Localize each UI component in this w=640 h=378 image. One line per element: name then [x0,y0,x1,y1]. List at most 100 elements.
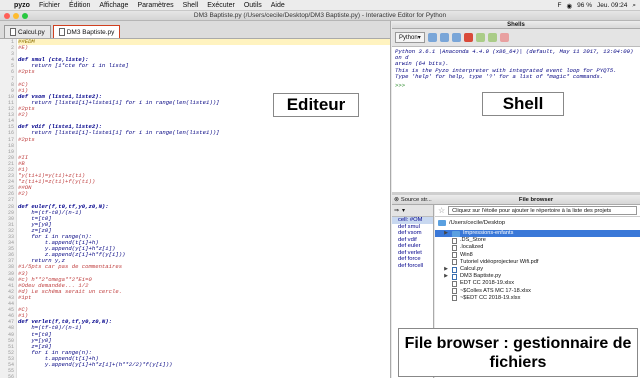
shell-output-lines: Python 3.6.1 |Anaconda 4.4.0 (x86_64)| (… [395,48,637,80]
file-item-label: EDT CC 2018-19.xlsx [460,280,514,287]
interrupt-icon[interactable] [427,33,437,42]
project-hint[interactable]: Cliquez sur l'étoile pour ajouter le rép… [448,206,637,215]
shell-pane-title: Shells [392,21,640,29]
code-area[interactable]: 1 2 3 4 5 6 7 8 9 10 11 12 13 14 15 16 17 18 19 20 21 22 23 24 2… [0,39,390,378]
file-browser-title: File browser [518,196,554,203]
editor-tab-label: DM3 Baptiste.py [66,28,115,36]
window-title: DM3 Baptiste.py (/Users/cecile/Desktop/D… [193,12,447,19]
shell-toolbar: Python ▾ [392,29,640,47]
arrow-icon[interactable]: ⇒ [394,207,399,214]
file-item[interactable]: .DS_Store [435,237,640,244]
clear-icon[interactable] [439,33,449,42]
shell-tab-python[interactable]: Python ▾ [395,32,425,43]
menu-item[interactable]: Exécuter [207,2,235,9]
file-item[interactable]: ▶ Calcul.py [435,266,640,273]
source-structure-title: Source str... [400,196,432,203]
editor-tab[interactable]: Calcul.py [4,25,51,38]
shell-output[interactable]: Python 3.6.1 |Anaconda 4.4.0 (x86_64)| (… [392,47,640,91]
shell-overlay-label: Shell [482,92,564,116]
editor-tabs: Calcul.py DM3 Baptiste.py [0,21,390,39]
shell-output-line: Type 'help' for help, type '?' for a lis… [395,72,604,80]
source-structure-toolbar: ⇒ ▾ [392,205,433,217]
python-tab-label: Python [399,34,418,41]
file-icon [452,273,457,280]
menu-item[interactable]: pyzo [14,2,30,9]
battery-label[interactable]: 96 % [577,2,592,9]
file-item[interactable]: ~$Colles ATS MC 17-18.xlsx [435,288,640,295]
file-icon [452,259,457,266]
keyboard-icon[interactable]: F [558,2,562,9]
menu-item[interactable]: Aide [271,2,285,9]
file-item-label: Calcul.py [460,265,484,272]
status-area: F ◉ 96 % Jeu. 09:24 ⌕ [558,0,636,11]
pause-icon[interactable] [451,33,461,42]
file-item-label: ~$Colles ATS MC 17-18.xlsx [460,287,531,294]
file-icon [452,266,457,273]
code-line[interactable] [18,374,390,378]
expand-arrow-icon[interactable]: ▶ [443,273,449,280]
menu-item[interactable]: Paramètres [137,2,173,9]
file-item[interactable]: ▶ Impressions-enfants [435,230,640,238]
file-item[interactable]: .localized [435,244,640,251]
folder-icon [438,219,446,226]
expand-arrow-icon[interactable]: ▶ [443,230,449,237]
editor-overlay-label: Editeur [273,93,359,117]
file-icon [452,280,457,287]
menu-items: pyzo Fichier Édition Affichage Paramètres She… [14,2,294,9]
tools-header: ⊗ Source str... File browser [392,195,640,205]
source-structure-item[interactable]: def forcell [392,263,433,270]
file-icon [452,288,457,295]
debug-step-icon[interactable] [475,33,485,42]
star-icon[interactable]: ☆ [438,206,445,215]
clock-label[interactable]: Jeu. 09:24 [597,2,627,9]
file-item[interactable]: ▶ DM3 Baptiste.py [435,273,640,280]
debug-stop-icon[interactable] [499,33,509,42]
line-gutter: 1 2 3 4 5 6 7 8 9 10 11 12 13 14 15 16 17 18 19 20 21 22 23 24 2… [0,39,17,378]
file-icon [58,28,65,36]
file-item[interactable]: EDT CC 2018-19.xlsx [435,280,640,287]
expand-arrow-icon[interactable]: ▶ [443,266,449,273]
line-number: 56 [7,374,14,378]
source-structure-list: cell: #OM def smul def vsom def vdif def eul… [392,217,433,269]
editor-pane: Calcul.py DM3 Baptiste.py 1 2 3 4 5 6 7 8 9 10 11 12… [0,21,391,378]
current-path: /Users/cecile/Desktop [449,219,506,226]
window-titlebar: DM3 Baptiste.py (/Users/cecile/Desktop/D… [0,11,640,21]
file-item-label: Impressions-enfants [463,230,514,236]
menu-item[interactable]: Fichier [39,2,60,9]
file-item-label: ~$EDT CC 2018-19.xlsx [460,294,521,301]
file-browser-overlay-label: File browser : gestionnaire de fichiers [398,328,638,377]
menu-bar: pyzo Fichier Édition Affichage Paramètres She… [0,0,640,11]
file-item-label: .localized [460,244,484,251]
file-icon [452,295,457,302]
folder-icon [452,230,460,237]
file-icon [452,244,457,251]
filter-icon[interactable]: ▾ [402,207,405,214]
editor-tab[interactable]: DM3 Baptiste.py [52,25,121,38]
search-icon[interactable]: ⌕ [632,2,636,10]
file-item-label: DM3 Baptiste.py [460,273,502,280]
source-structure-header: ⊗ Source str... [392,197,432,203]
file-item-label: Tutoriel vidéoprojecteur Wifi.pdf [460,258,539,265]
file-icon [10,28,16,36]
menu-item[interactable]: Outils [244,2,262,9]
wifi-icon[interactable]: ◉ [567,2,573,10]
code-lines[interactable]: ##EDM #E) def smul (cte,liste): return [i*… [18,39,390,378]
debug-next-icon[interactable] [487,33,497,42]
file-item[interactable]: ~$EDT CC 2018-19.xlsx [435,295,640,302]
menu-item[interactable]: Édition [69,2,90,9]
close-tool-icon[interactable]: ⊗ [394,197,399,203]
file-item-label: Win8 [460,251,473,258]
editor-tab-label: Calcul.py [18,28,45,36]
menu-item[interactable]: Affichage [99,2,128,9]
file-list: ▶ Impressions-enfants .DS_Store .localized W… [435,230,640,302]
file-item-label: .DS_Store [460,237,486,244]
terminate-icon[interactable] [463,33,473,42]
path-row[interactable]: /Users/cecile/Desktop [435,217,640,228]
file-item[interactable]: Win8 [435,252,640,259]
menu-item[interactable]: Shell [183,2,199,9]
file-icon [452,237,457,244]
file-browser-bar: ☆ Cliquez sur l'étoile pour ajouter le r… [435,205,640,217]
file-icon [452,252,457,259]
file-item[interactable]: Tutoriel vidéoprojecteur Wifi.pdf [435,259,640,266]
shell-prompt[interactable]: >>> [395,82,637,89]
